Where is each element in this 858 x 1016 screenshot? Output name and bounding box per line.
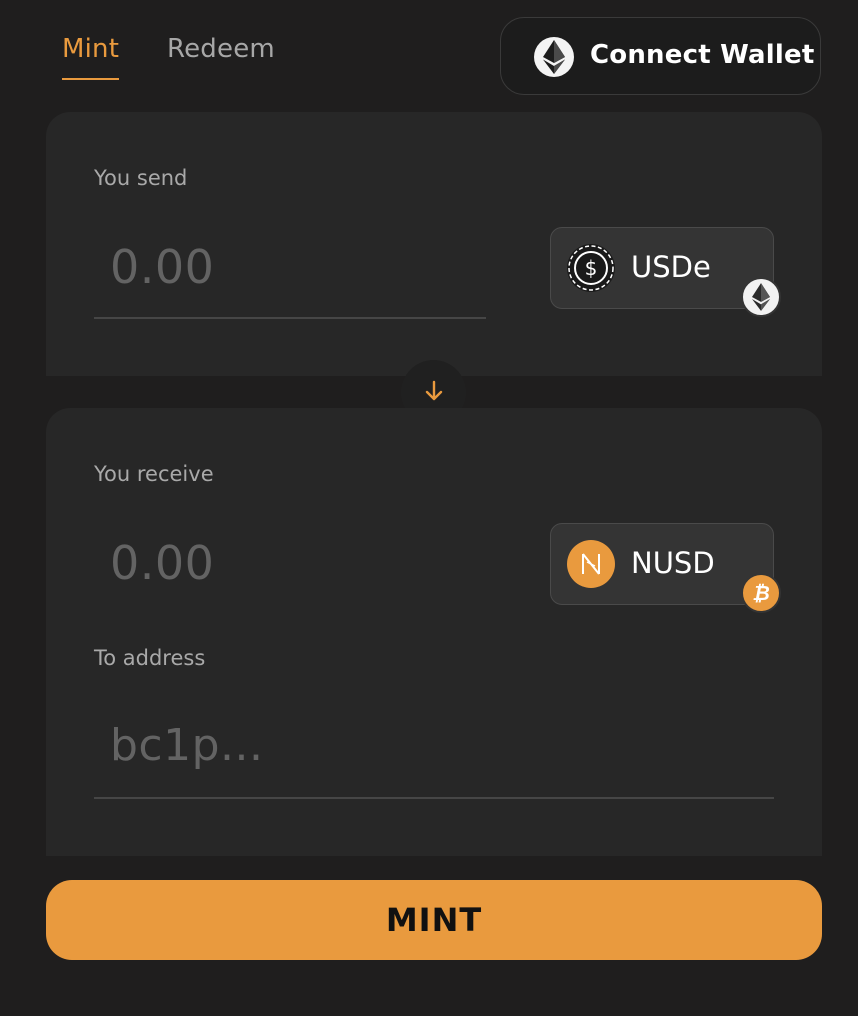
arrow-down-icon xyxy=(422,379,446,407)
send-amount-input[interactable]: 0.00 xyxy=(110,240,214,294)
tab-redeem[interactable]: Redeem xyxy=(167,34,275,64)
mint-button[interactable]: MINT xyxy=(46,880,822,960)
receive-token-name: NUSD xyxy=(631,546,715,580)
connect-wallet-label: Connect Wallet xyxy=(590,40,815,70)
connect-wallet-button[interactable]: Connect Wallet xyxy=(500,17,821,95)
send-amount-underline xyxy=(94,317,486,319)
send-label: You send xyxy=(94,166,188,190)
address-label: To address xyxy=(94,646,206,670)
svg-text:$: $ xyxy=(585,256,598,280)
send-token-name: USDe xyxy=(631,250,711,284)
receive-label: You receive xyxy=(94,462,214,486)
send-panel: You send 0.00 $ USDe xyxy=(46,112,822,376)
active-tab-indicator xyxy=(62,78,119,80)
receive-panel: You receive 0.00 NUSD ₿ To address bc1p.… xyxy=(46,408,822,856)
nusd-icon xyxy=(567,540,615,588)
tab-mint[interactable]: Mint xyxy=(62,34,119,64)
send-token-selector[interactable]: $ USDe xyxy=(550,227,781,317)
usde-icon: $ xyxy=(567,244,615,292)
receive-amount-output: 0.00 xyxy=(110,536,215,590)
ethereum-icon xyxy=(534,37,574,77)
bitcoin-icon: ₿ xyxy=(741,573,781,613)
ethereum-icon xyxy=(741,277,781,317)
address-input[interactable]: bc1p... xyxy=(110,720,264,771)
receive-token-selector[interactable]: NUSD ₿ xyxy=(550,523,781,613)
mint-page: Mint Redeem Connect Wallet You send 0.00… xyxy=(0,0,858,1016)
address-underline xyxy=(94,797,774,799)
